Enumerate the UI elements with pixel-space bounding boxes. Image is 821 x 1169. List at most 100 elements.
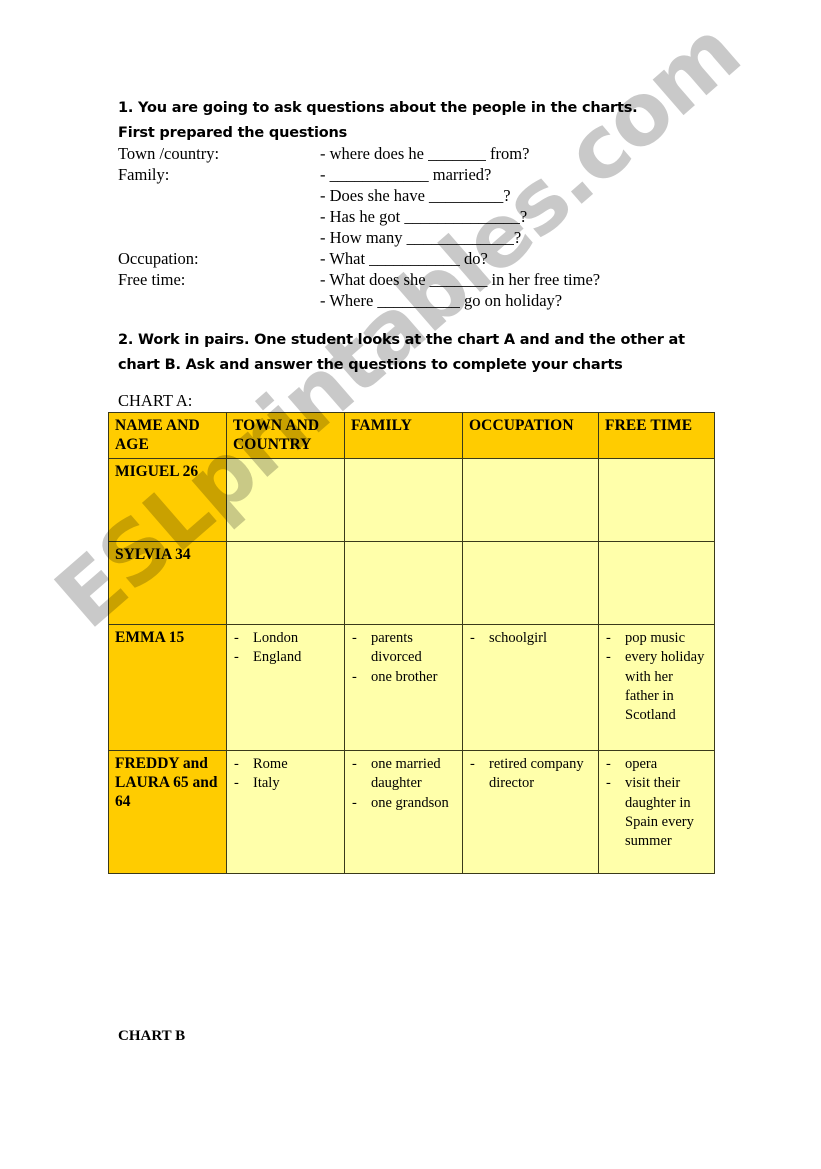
cell-item-text: every holiday with her father in Scotlan… [625, 649, 705, 724]
cell-item-text: Rome [253, 756, 288, 772]
table-row: SYLVIA 34 [108, 541, 715, 625]
dash-bullet-icon: - [470, 756, 475, 772]
dash-bullet-icon: - [352, 756, 357, 772]
question-row: - How many _____________? [118, 228, 718, 249]
cell-item-list: - one married daughter - one grandson [345, 751, 462, 819]
question-text: - What does she _______ in her free time… [320, 270, 601, 289]
table-row: FREDDY and LAURA 65 and 64 - Rome - Italy -… [108, 750, 715, 874]
worksheet-page: 1. You are going to ask questions about … [0, 0, 821, 1169]
column-header-occupation: OCCUPATION [462, 412, 599, 459]
free-time-cell[interactable]: - opera - visit their daughter in Spain eve… [598, 750, 715, 874]
cell-item-list: - pop music - every holiday with her father… [599, 625, 714, 731]
town-cell[interactable]: - Rome - Italy [226, 750, 345, 874]
cell-item-text: schoolgirl [489, 630, 547, 646]
cell-item: - parents divorced [345, 629, 458, 668]
cell-item: - Rome [227, 755, 340, 774]
person-name-cell: SYLVIA 34 [108, 541, 227, 625]
cell-item-list: - parents divorced - one brother [345, 625, 462, 693]
family-cell[interactable] [344, 458, 463, 542]
instruction-step-2: 2. Work in pairs. One student looks at t… [118, 332, 685, 373]
person-name-cell: FREDDY and LAURA 65 and 64 [108, 750, 227, 874]
occupation-cell[interactable] [462, 458, 599, 542]
dash-bullet-icon: - [234, 630, 239, 646]
question-row: Family: - ____________ married? [118, 165, 718, 186]
dash-bullet-icon: - [352, 794, 357, 811]
cell-item-text: one married daughter [371, 756, 441, 792]
question-category-label: Occupation: [118, 249, 199, 268]
cell-item-text: one grandson [371, 794, 449, 811]
cell-item-text: opera [625, 756, 658, 772]
dash-bullet-icon: - [234, 775, 239, 792]
occupation-cell[interactable] [462, 541, 599, 625]
question-text: - Where __________ go on holiday? [320, 291, 563, 310]
cell-item-text: London [253, 630, 299, 646]
dash-bullet-icon: - [234, 756, 239, 772]
column-header-name-and-age: NAME AND AGE [108, 412, 227, 459]
cell-item: - Italy [227, 774, 340, 793]
cell-item: - schoolgirl [463, 629, 594, 648]
family-cell[interactable] [344, 541, 463, 625]
cell-item: - visit their daughter in Spain every sum… [599, 774, 710, 851]
cell-item-list: - schoolgirl [463, 625, 598, 654]
cell-item-list: - London - England [227, 625, 344, 674]
question-text: - where does he _______ from? [320, 144, 530, 163]
cell-item: - retired company director [463, 755, 594, 794]
free-time-cell[interactable] [598, 541, 715, 625]
question-row: - Does she have _________? [118, 186, 718, 207]
instruction-step-1: 1. You are going to ask questions about … [118, 100, 638, 141]
free-time-cell[interactable] [598, 458, 715, 542]
family-cell[interactable]: - one married daughter - one grandson [344, 750, 463, 874]
cell-item: - one brother [345, 668, 458, 687]
dash-bullet-icon: - [606, 630, 611, 646]
town-cell[interactable] [226, 541, 345, 625]
dash-bullet-icon: - [606, 756, 611, 772]
town-cell[interactable]: - London - England [226, 624, 345, 751]
town-cell[interactable] [226, 458, 345, 542]
cell-item: - London [227, 629, 340, 648]
question-text: - Has he got ______________? [320, 207, 528, 226]
chart-b-label: CHART B [118, 1028, 186, 1044]
chart-a-table: NAME AND AGE TOWN AND COUNTRY FAMILY OCC… [108, 412, 715, 874]
dash-bullet-icon: - [606, 649, 611, 666]
dash-bullet-icon: - [606, 775, 611, 792]
table-row: MIGUEL 26 [108, 458, 715, 542]
cell-item-list: - Rome - Italy [227, 751, 344, 800]
cell-item: - opera [599, 755, 710, 774]
dash-bullet-icon: - [352, 668, 357, 685]
dash-bullet-icon: - [352, 630, 357, 646]
question-row: - Has he got ______________? [118, 207, 718, 228]
dash-bullet-icon: - [234, 649, 239, 666]
cell-item-list: - retired company director [463, 751, 598, 800]
cell-item-text: visit their daughter in Spain every summ… [625, 775, 694, 850]
cell-item-text: one brother [371, 668, 438, 685]
free-time-cell[interactable]: - pop music - every holiday with her father… [598, 624, 715, 751]
question-row: Town /country: - where does he _______ f… [118, 144, 718, 165]
occupation-cell[interactable]: - retired company director [462, 750, 599, 874]
question-category-label: Free time: [118, 270, 186, 289]
question-text: - ____________ married? [320, 165, 492, 184]
person-name-cell: MIGUEL 26 [108, 458, 227, 542]
question-category-label: Family: [118, 165, 170, 184]
cell-item-text: retired company director [489, 756, 584, 792]
question-category-label: Town /country: [118, 144, 220, 163]
question-text: - What ___________ do? [320, 249, 488, 268]
column-header-town-and-country: TOWN AND COUNTRY [226, 412, 345, 459]
question-text: - How many _____________? [320, 228, 522, 247]
cell-item-text: pop music [625, 630, 686, 646]
person-name-cell: EMMA 15 [108, 624, 227, 751]
cell-item: - one grandson [345, 794, 458, 813]
chart-a-label: CHART A: [118, 391, 193, 410]
cell-item: - every holiday with her father in Scotla… [599, 648, 710, 725]
cell-item: - England [227, 648, 340, 667]
occupation-cell[interactable]: - schoolgirl [462, 624, 599, 751]
cell-item-text: Italy [253, 775, 280, 792]
table-row: EMMA 15 - London - England - parents divorce… [108, 624, 715, 751]
cell-item: - one married daughter [345, 755, 458, 794]
column-header-family: FAMILY [344, 412, 463, 459]
dash-bullet-icon: - [470, 630, 475, 646]
cell-item-list: - opera - visit their daughter in Spain eve… [599, 751, 714, 857]
column-header-free-time: FREE TIME [598, 412, 715, 459]
cell-item: - pop music [599, 629, 710, 648]
cell-item-text: England [253, 649, 302, 666]
family-cell[interactable]: - parents divorced - one brother [344, 624, 463, 751]
